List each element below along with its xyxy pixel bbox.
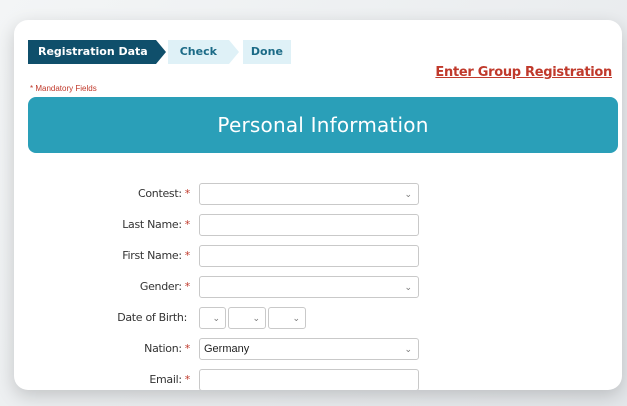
enter-group-registration-link[interactable]: Enter Group Registration <box>435 65 612 80</box>
first-name-input[interactable] <box>199 245 419 267</box>
date-of-birth-row: Date of Birth: ⌄ ⌄ ⌄ <box>14 304 622 335</box>
step-done[interactable]: Done <box>242 40 291 64</box>
required-marker: * <box>184 342 191 355</box>
dob-year-select[interactable]: ⌄ <box>268 307 306 329</box>
required-marker: * <box>184 187 191 200</box>
required-marker: * <box>184 280 191 293</box>
nation-label: Nation: * <box>144 342 190 355</box>
nation-value: Germany <box>204 343 250 355</box>
last-name-row: Last Name: * <box>14 211 622 242</box>
contest-label: Contest: * <box>137 187 191 200</box>
nation-select[interactable]: Germany ⌄ <box>199 338 419 360</box>
email-label: Email: * <box>149 373 190 386</box>
page-background: Registration Data Check Done * Mandatory… <box>0 0 627 406</box>
mandatory-fields-note: * Mandatory Fields <box>30 84 97 93</box>
chevron-down-icon: ⌄ <box>292 313 300 323</box>
contest-select[interactable]: ⌄ <box>199 183 419 205</box>
chevron-down-icon: ⌄ <box>404 189 412 199</box>
registration-card: Registration Data Check Done * Mandatory… <box>14 20 622 390</box>
dob-day-select[interactable]: ⌄ <box>199 307 226 329</box>
required-marker: * <box>184 373 191 386</box>
chevron-down-icon: ⌄ <box>404 282 412 292</box>
contest-row: Contest: * ⌄ <box>14 180 622 211</box>
date-of-birth-label: Date of Birth: <box>117 311 187 324</box>
chevron-down-icon: ⌄ <box>212 313 220 323</box>
last-name-label: Last Name: * <box>122 218 190 231</box>
gender-select[interactable]: ⌄ <box>199 276 419 298</box>
gender-label: Gender: * <box>139 280 191 293</box>
registration-stepper: Registration Data Check Done <box>28 40 291 64</box>
first-name-label: First Name: * <box>122 249 190 262</box>
required-marker: * <box>184 218 191 231</box>
banner-title: Personal Information <box>217 113 429 137</box>
step-registration-data[interactable]: Registration Data <box>28 40 166 64</box>
email-input[interactable] <box>199 369 419 390</box>
first-name-row: First Name: * <box>14 242 622 273</box>
nation-row: Nation: * Germany ⌄ <box>14 335 622 366</box>
chevron-down-icon: ⌄ <box>252 313 260 323</box>
personal-information-form: Contest: * ⌄ Last Name: * First Name: * Gen… <box>14 180 622 390</box>
last-name-input[interactable] <box>199 214 419 236</box>
gender-row: Gender: * ⌄ <box>14 273 622 304</box>
dob-month-select[interactable]: ⌄ <box>228 307 266 329</box>
email-row: Email: * <box>14 366 622 390</box>
chevron-down-icon: ⌄ <box>404 344 412 354</box>
personal-information-banner: Personal Information <box>28 97 618 153</box>
required-marker: * <box>184 249 191 262</box>
step-check[interactable]: Check <box>167 40 240 64</box>
